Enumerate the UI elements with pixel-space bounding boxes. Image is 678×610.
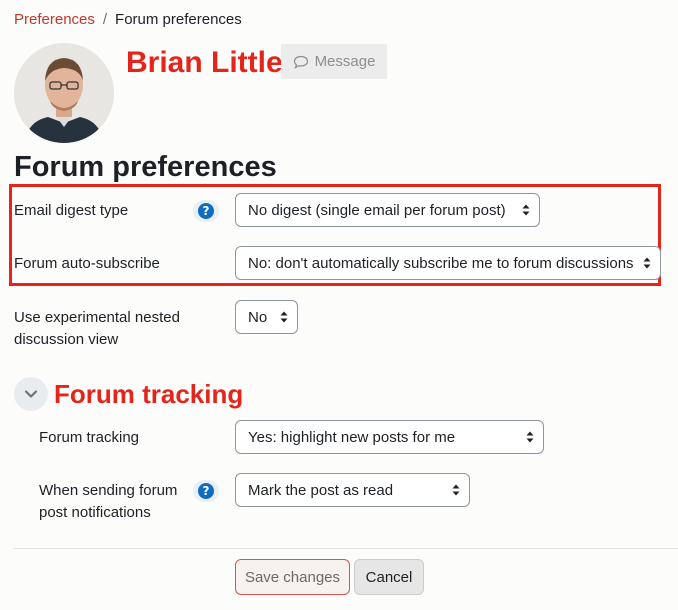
avatar-image	[14, 43, 114, 143]
forum-preferences-page: Preferences / Forum preferences Brian Li…	[0, 0, 678, 610]
help-glyph: ?	[198, 483, 214, 499]
page-title: Forum preferences	[14, 151, 277, 183]
forum-tracking-select[interactable]: Yes: highlight new posts for me	[235, 420, 544, 454]
notifications-label-line1: When sending forum	[39, 482, 178, 499]
nested-view-label: Use experimental nested discussion view	[14, 307, 180, 351]
notifications-help-icon[interactable]: ?	[193, 480, 219, 502]
nested-view-label-line2: discussion view	[14, 331, 119, 348]
select-arrows-icon	[522, 204, 530, 216]
breadcrumb: Preferences / Forum preferences	[14, 11, 242, 28]
notifications-label-line2: post notifications	[39, 504, 151, 521]
notifications-value: Mark the post as read	[248, 481, 394, 499]
cancel-button[interactable]: Cancel	[354, 559, 424, 595]
save-changes-button[interactable]: Save changes	[235, 559, 350, 595]
forum-tracking-value: Yes: highlight new posts for me	[248, 428, 456, 446]
breadcrumb-current: Forum preferences	[115, 11, 242, 28]
email-digest-help-icon[interactable]: ?	[193, 200, 219, 222]
message-button-label: Message	[314, 53, 376, 70]
nested-view-label-line1: Use experimental nested	[14, 309, 180, 326]
nested-view-select[interactable]: No	[235, 300, 298, 334]
breadcrumb-separator: /	[102, 11, 108, 28]
email-digest-value: No digest (single email per forum post)	[248, 201, 506, 219]
message-icon	[293, 55, 308, 69]
section-collapse-button[interactable]	[14, 377, 48, 411]
forum-tracking-label: Forum tracking	[39, 429, 140, 446]
forum-tracking-section-title[interactable]: Forum tracking	[54, 377, 243, 411]
select-arrows-icon	[280, 311, 288, 323]
help-glyph: ?	[198, 203, 214, 219]
email-digest-select[interactable]: No digest (single email per forum post)	[235, 193, 540, 227]
form-divider	[14, 548, 678, 549]
user-name[interactable]: Brian Little	[126, 45, 283, 81]
nested-view-value: No	[248, 308, 268, 326]
notifications-select[interactable]: Mark the post as read	[235, 473, 470, 507]
avatar[interactable]	[14, 43, 114, 143]
select-arrows-icon	[643, 257, 651, 269]
auto-subscribe-label: Forum auto-subscribe	[14, 255, 160, 272]
auto-subscribe-select[interactable]: No: don't automatically subscribe me to …	[235, 246, 661, 280]
message-button[interactable]: Message	[281, 44, 387, 79]
breadcrumb-preferences-link[interactable]: Preferences	[14, 11, 95, 28]
chevron-down-icon	[24, 390, 38, 398]
email-digest-label: Email digest type	[14, 202, 129, 219]
select-arrows-icon	[526, 431, 534, 443]
auto-subscribe-value: No: don't automatically subscribe me to …	[248, 254, 634, 272]
select-arrows-icon	[452, 484, 460, 496]
notifications-label: When sending forum post notifications	[39, 480, 177, 524]
